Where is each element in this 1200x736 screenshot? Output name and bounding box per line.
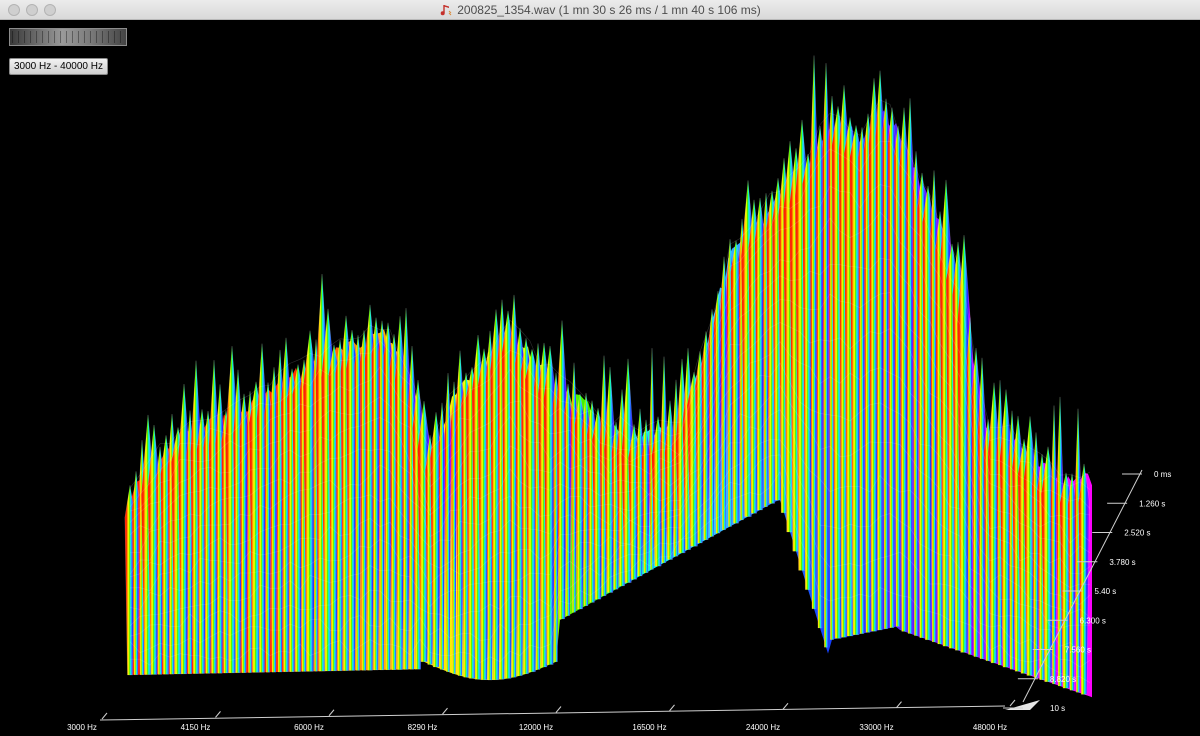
frequency-tick-label: 3000 Hz — [67, 723, 97, 732]
frequency-tick — [328, 709, 335, 717]
time-tick-label: 0 ms — [1154, 470, 1171, 479]
time-tick-label: 3.780 s — [1109, 558, 1135, 567]
window-title: 200825_1354.wav (1 mn 30 s 26 ms / 1 mn … — [457, 3, 761, 17]
spectrum-3d-plot: 3000 Hz 4150 Hz 6000 Hz 8290 Hz 12000 Hz 1650… — [67, 55, 1171, 732]
frequency-tick-label: 24000 Hz — [746, 723, 780, 732]
frequency-tick — [215, 711, 221, 718]
frequency-tick — [782, 702, 789, 710]
frequency-axis-line — [99, 705, 1006, 721]
spectrum-surface — [124, 55, 1092, 698]
time-tick-label: 8.820 s — [1050, 675, 1076, 684]
time-tick-label: 7.560 s — [1065, 646, 1091, 655]
frequency-tick — [669, 704, 675, 712]
frequency-tick-label: 12000 Hz — [519, 723, 553, 732]
frequency-tick — [1009, 699, 1016, 707]
title-bar[interactable]: 200825_1354.wav (1 mn 30 s 26 ms / 1 mn … — [0, 0, 1200, 20]
frequency-tick-label: 33000 Hz — [859, 723, 893, 732]
frequency-tick — [442, 707, 448, 715]
frequency-tick — [896, 701, 902, 708]
time-tick-label: 2.520 s — [1124, 529, 1150, 538]
frequency-tick-label: 8290 Hz — [408, 723, 438, 732]
frequency-tick — [101, 712, 108, 720]
frequency-tick-label: 48000 Hz — [973, 723, 1007, 732]
frequency-tick-label: 16500 Hz — [632, 723, 666, 732]
audio-file-icon — [440, 5, 452, 16]
frequency-tick — [555, 706, 562, 713]
spectrum-window: 200825_1354.wav (1 mn 30 s 26 ms / 1 mn … — [0, 0, 1200, 736]
time-tick-label: 1.260 s — [1139, 499, 1165, 508]
time-tick-label: 5.40 s — [1095, 587, 1117, 596]
time-tick-label: 10 s — [1050, 704, 1065, 713]
window-title-group: 200825_1354.wav (1 mn 30 s 26 ms / 1 mn … — [0, 0, 1200, 20]
frequency-tick-label: 6000 Hz — [294, 723, 324, 732]
time-tick-label: 6.300 s — [1080, 616, 1106, 625]
frequency-tick-label: 4150 Hz — [181, 723, 211, 732]
